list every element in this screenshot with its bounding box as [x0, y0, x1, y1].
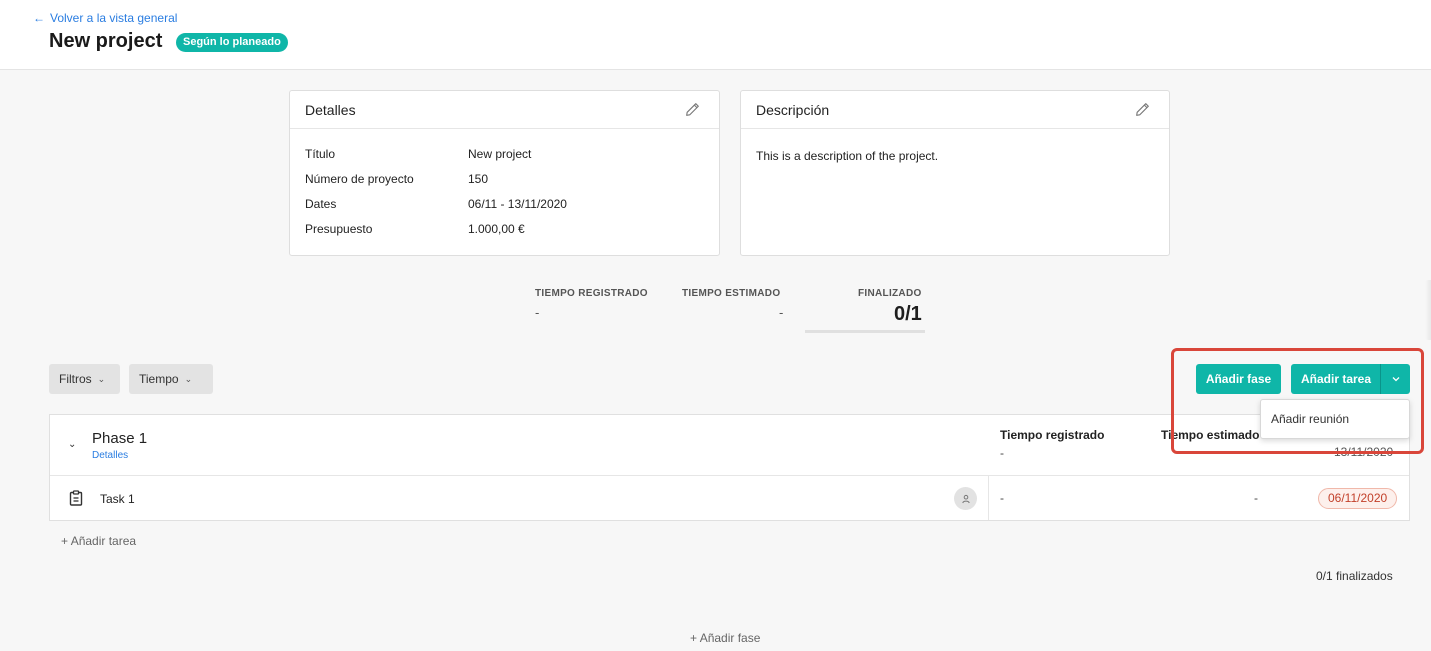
description-card-header: Descripción: [741, 91, 1169, 129]
chevron-down-icon: [1392, 377, 1399, 382]
task-row[interactable]: Task 1 - - 06/11/2020: [50, 476, 1409, 520]
task-due-date-badge[interactable]: 06/11/2020: [1318, 488, 1398, 509]
details-label: Título: [305, 147, 336, 161]
add-phase-button[interactable]: Añadir fase: [1196, 364, 1281, 394]
details-row: Presupuesto 1.000,00 €: [305, 222, 704, 247]
details-card-title: Detalles: [305, 101, 356, 118]
details-card-header: Detalles: [290, 91, 719, 129]
details-label: Número de proyecto: [305, 172, 414, 186]
filters-button[interactable]: Filtros ⌄: [49, 364, 120, 394]
phase-card: ⌄ Phase 1 Detalles Tiempo registrado - T…: [49, 414, 1410, 521]
estimated-time-label: TIEMPO ESTIMADO: [682, 288, 781, 299]
details-label: Presupuesto: [305, 222, 373, 236]
assignee-avatar-icon[interactable]: [954, 487, 977, 510]
time-filter-label: Tiempo: [139, 372, 179, 386]
finished-progress-bar: [805, 330, 925, 333]
details-card: Detalles Título New project Número de pr…: [289, 90, 720, 256]
details-value: 06/11 - 13/11/2020: [468, 197, 567, 211]
add-phase-link[interactable]: + Añadir fase: [690, 631, 760, 645]
pencil-icon[interactable]: [1133, 101, 1151, 119]
back-link-label: Volver a la vista general: [50, 11, 178, 25]
details-row: Número de proyecto 150: [305, 172, 704, 197]
add-task-dropdown-toggle[interactable]: [1381, 364, 1410, 394]
filters-button-label: Filtros: [59, 372, 92, 386]
details-value: New project: [468, 147, 532, 161]
task-registered-value: -: [1000, 491, 1004, 505]
registered-time-label: TIEMPO REGISTRADO: [535, 288, 648, 299]
plus-icon: +: [61, 534, 69, 548]
details-label: Dates: [305, 197, 337, 211]
clipboard-icon: [69, 490, 83, 511]
add-task-link[interactable]: + Añadir tarea: [61, 534, 136, 548]
finished-count: 0/1 finalizados: [1316, 569, 1393, 583]
column-divider: [988, 476, 989, 520]
estimated-time-column-header: Tiempo estimado: [1161, 428, 1260, 442]
page-title: New project: [49, 30, 163, 52]
add-task-link-label: Añadir tarea: [70, 534, 137, 548]
finished-label: FINALIZADO: [858, 288, 922, 299]
details-value: 150: [468, 172, 489, 186]
add-phase-link-label: Añadir fase: [699, 631, 761, 645]
task-estimated-value: -: [1254, 491, 1258, 505]
description-card-title: Descripción: [756, 101, 830, 118]
finished-value: 0/1: [894, 303, 922, 325]
phase-details-link[interactable]: Detalles: [92, 450, 128, 461]
phase-header: ⌄ Phase 1 Detalles Tiempo registrado - T…: [50, 415, 1409, 476]
status-badge[interactable]: Según lo planeado: [176, 33, 288, 52]
details-row: Título New project: [305, 147, 704, 172]
plus-icon: +: [690, 631, 698, 645]
details-value: 1.000,00 €: [468, 222, 525, 236]
phase-name[interactable]: Phase 1: [92, 430, 147, 447]
add-meeting-menu-item[interactable]: Añadir reunión: [1260, 399, 1410, 439]
pencil-icon[interactable]: [683, 101, 701, 119]
phase-date: 13/11/2020: [1334, 445, 1394, 459]
chevron-down-icon: ⌄: [184, 373, 193, 384]
collapse-chevron-icon[interactable]: ⌄: [68, 439, 76, 450]
registered-time-column-header: Tiempo registrado: [1000, 428, 1105, 442]
registered-time-value: -: [535, 305, 540, 320]
side-panel-edge: [1425, 280, 1431, 340]
description-card: Descripción This is a description of the…: [740, 90, 1170, 256]
description-text: This is a description of the project.: [756, 149, 939, 163]
add-task-button[interactable]: Añadir tarea: [1291, 364, 1381, 394]
page-header: ← Volver a la vista general New project …: [0, 0, 1431, 70]
details-list: Título New project Número de proyecto 15…: [290, 129, 719, 247]
phase-registered-value: -: [1000, 446, 1004, 460]
chevron-down-icon: ⌄: [97, 373, 106, 384]
estimated-time-value: -: [779, 305, 784, 320]
arrow-left-icon: ←: [33, 11, 45, 25]
details-row: Dates 06/11 - 13/11/2020: [305, 197, 704, 222]
back-link[interactable]: ← Volver a la vista general: [33, 11, 177, 25]
time-filter-button[interactable]: Tiempo ⌄: [129, 364, 213, 394]
task-name[interactable]: Task 1: [100, 492, 135, 506]
